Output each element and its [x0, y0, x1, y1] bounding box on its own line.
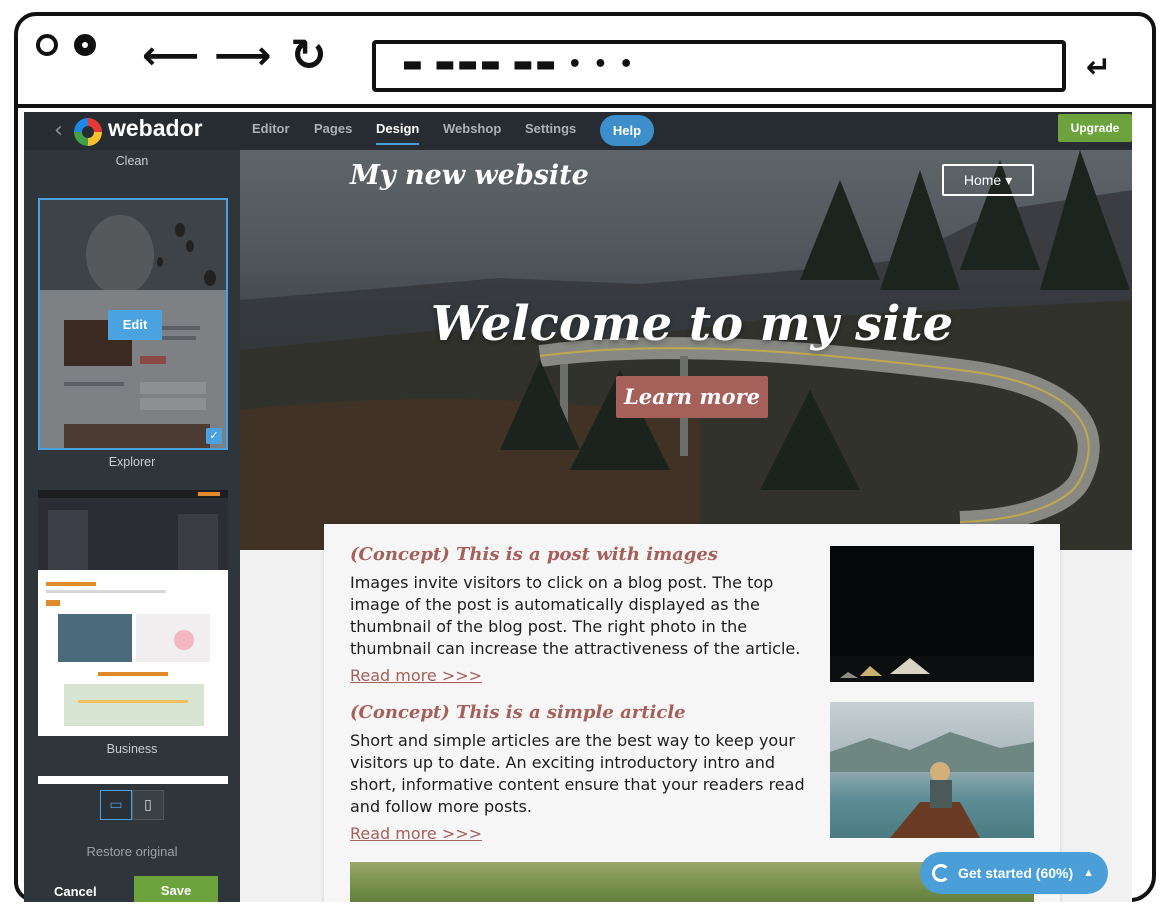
address-text: ▬ ▬▬▬ ▬▬ • • •: [402, 52, 636, 77]
tab-design[interactable]: Design: [376, 121, 420, 145]
read-more-link[interactable]: Read more >>>: [350, 824, 482, 843]
selected-check-icon: ✓: [206, 428, 222, 444]
home-menu-label: Home: [963, 172, 1002, 188]
window-close-button[interactable]: [36, 34, 58, 56]
save-button[interactable]: Save: [134, 876, 218, 902]
app-top-bar: ‹ webador Editor Pages Design Webshop Se…: [24, 112, 1132, 150]
enter-icon[interactable]: ↵: [1086, 50, 1111, 85]
edit-template-button[interactable]: Edit: [108, 310, 162, 340]
webador-logo-icon: [74, 118, 102, 146]
upgrade-button[interactable]: Upgrade: [1058, 114, 1132, 142]
window-minimize-button[interactable]: [74, 34, 96, 56]
get-started-progress-button[interactable]: Get started (60%) ▲: [920, 852, 1108, 894]
chevron-left-icon[interactable]: ‹: [54, 118, 63, 143]
night-camp-art: [830, 656, 1034, 682]
post-title[interactable]: (Concept) This is a simple article: [350, 702, 686, 723]
hero-section: My new website Home ▾ Welcome to my site…: [240, 150, 1132, 550]
template-label-explorer: Explorer: [108, 455, 156, 469]
browser-toolbar: ⟵ ⟶ ↻ ▬ ▬▬▬ ▬▬ • • • ↵: [18, 16, 1152, 108]
post-image-night-camp[interactable]: [830, 546, 1034, 682]
blog-posts-section: (Concept) This is a post with images Ima…: [324, 524, 1060, 902]
website-preview: My new website Home ▾ Welcome to my site…: [240, 150, 1132, 902]
help-button[interactable]: Help: [600, 115, 654, 146]
get-started-label: Get started (60%): [958, 865, 1074, 881]
address-bar[interactable]: ▬ ▬▬▬ ▬▬ • • •: [372, 40, 1066, 92]
boat-lake-art: [830, 732, 1034, 838]
back-arrow-icon[interactable]: ⟵: [142, 34, 199, 78]
forward-arrow-icon[interactable]: ⟶: [214, 34, 271, 78]
explorer-thumbnail-art: [38, 490, 228, 726]
tab-settings[interactable]: Settings: [525, 121, 576, 136]
design-template-panel: Clean Edit ✓ Explorer Business ▭ ▯ Resto…: [24, 150, 240, 902]
tab-editor[interactable]: Editor: [252, 121, 290, 136]
post-text: Short and simple articles are the best w…: [350, 731, 805, 816]
cancel-button[interactable]: Cancel: [54, 884, 97, 899]
post-text: Images invite visitors to click on a blo…: [350, 573, 801, 658]
hero-heading[interactable]: Welcome to my site: [240, 296, 1132, 352]
tab-webshop[interactable]: Webshop: [443, 121, 501, 136]
template-thumbnail-business[interactable]: [38, 776, 228, 784]
template-thumbnail-explorer[interactable]: [38, 490, 228, 736]
reload-icon[interactable]: ↻: [290, 34, 327, 78]
browser-frame: ⟵ ⟶ ↻ ▬ ▬▬▬ ▬▬ • • • ↵ ‹ webador Editor …: [14, 12, 1156, 902]
webador-app: ‹ webador Editor Pages Design Webshop Se…: [24, 112, 1132, 902]
restore-original-link[interactable]: Restore original: [24, 844, 240, 859]
post-title[interactable]: (Concept) This is a post with images: [350, 544, 718, 565]
template-thumbnail-clean[interactable]: Edit ✓: [38, 198, 228, 450]
desktop-view-icon[interactable]: ▭: [100, 790, 132, 820]
caret-down-icon: ▾: [1005, 172, 1013, 188]
template-label-clean: Clean: [115, 154, 149, 168]
post-image-boat-lake[interactable]: [830, 702, 1034, 838]
caret-up-icon: ▲: [1083, 867, 1094, 879]
read-more-link[interactable]: Read more >>>: [350, 666, 482, 685]
brand-name: webador: [108, 115, 203, 141]
learn-more-button[interactable]: Learn more: [616, 376, 768, 418]
progress-spinner-icon: [932, 864, 950, 882]
site-title[interactable]: My new website: [350, 160, 589, 191]
mobile-view-icon[interactable]: ▯: [132, 790, 164, 820]
home-menu-dropdown[interactable]: Home ▾: [942, 164, 1034, 196]
template-label-business: Business: [106, 742, 158, 756]
tab-pages[interactable]: Pages: [314, 121, 352, 136]
